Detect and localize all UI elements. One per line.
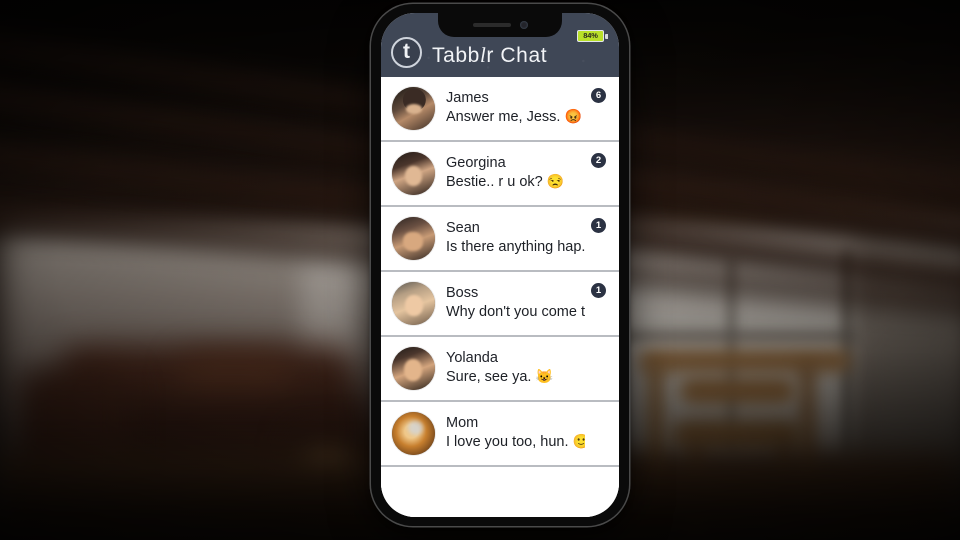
chat-contact-name: Yolanda	[446, 350, 498, 367]
chat-contact-name: Mom	[446, 415, 479, 432]
chat-text: Boss Why don't you come t...	[446, 285, 607, 321]
preview-emoji: 😺	[535, 368, 553, 385]
avatar-image	[392, 412, 435, 455]
phone-notch	[438, 13, 562, 37]
screenshot-stage: t Tabblr Chat 84% James Answer me, Jess.…	[0, 0, 960, 540]
preview-text: Sure, see ya.	[446, 369, 532, 386]
app-title-part1: Tabb	[432, 44, 480, 67]
avatar[interactable]	[392, 282, 435, 325]
chat-message-preview: Bestie.. r u ok? 😒	[446, 173, 585, 191]
chat-contact-name: James	[446, 90, 489, 107]
chat-contact-name: Georgina	[446, 155, 506, 172]
chat-list-item[interactable]: Sean Is there anything hap... 1	[381, 207, 619, 272]
preview-text: Bestie.. r u ok?	[446, 174, 543, 191]
avatar[interactable]	[392, 217, 435, 260]
logo-letter: t	[403, 40, 410, 63]
avatar[interactable]	[392, 87, 435, 130]
chat-list-item-partial[interactable]	[381, 467, 619, 477]
chat-text: Yolanda Sure, see ya. 😺	[446, 350, 607, 386]
avatar[interactable]	[392, 152, 435, 195]
app-title: Tabblr Chat	[432, 43, 547, 68]
chat-contact-name: Boss	[446, 285, 479, 302]
preview-emoji: 😡	[564, 108, 582, 125]
chat-contact-name: Sean	[446, 220, 480, 237]
unread-badge: 6	[591, 88, 606, 103]
chat-list-item[interactable]: Yolanda Sure, see ya. 😺	[381, 337, 619, 402]
preview-emoji: 🙂	[572, 433, 585, 450]
status-bar-battery: 84%	[577, 30, 608, 42]
avatar-image	[392, 87, 435, 130]
phone-device: t Tabblr Chat 84% James Answer me, Jess.…	[371, 4, 629, 526]
chat-text: Georgina Bestie.. r u ok? 😒	[446, 155, 607, 191]
chat-list-item[interactable]: Boss Why don't you come t... 1	[381, 272, 619, 337]
preview-emoji: 😒	[546, 173, 565, 190]
chat-list[interactable]: James Answer me, Jess. 😡 6 Georgina Best…	[381, 77, 619, 517]
app-title-part2: r Chat	[486, 44, 548, 67]
chat-list-item[interactable]: James Answer me, Jess. 😡 6	[381, 77, 619, 142]
avatar-image	[392, 347, 435, 390]
phone-screen: t Tabblr Chat 84% James Answer me, Jess.…	[381, 13, 619, 517]
avatar-image	[392, 217, 435, 260]
preview-text: Why don't you come t...	[446, 304, 585, 321]
chat-text: Sean Is there anything hap...	[446, 220, 607, 256]
preview-text: Answer me, Jess.	[446, 109, 561, 126]
front-camera-icon	[519, 21, 528, 29]
chat-message-preview: Answer me, Jess. 😡	[446, 108, 585, 126]
unread-badge: 1	[591, 283, 606, 298]
avatar[interactable]	[392, 347, 435, 390]
chat-message-preview: Why don't you come t...	[446, 303, 585, 321]
chat-message-preview: Sure, see ya. 😺	[446, 368, 585, 386]
battery-percent-label: 84%	[583, 31, 598, 41]
unread-badge: 1	[591, 218, 606, 233]
avatar[interactable]	[392, 412, 435, 455]
tabblr-logo-icon[interactable]: t	[391, 37, 422, 68]
chat-message-preview: Is there anything hap...	[446, 238, 585, 256]
chat-list-item[interactable]: Mom I love you too, hun. 🙂	[381, 402, 619, 467]
chat-text: James Answer me, Jess. 😡	[446, 90, 607, 126]
avatar-image	[392, 152, 435, 195]
preview-text: I love you too, hun.	[446, 434, 569, 451]
chat-list-item[interactable]: Georgina Bestie.. r u ok? 😒 2	[381, 142, 619, 207]
avatar-image	[392, 282, 435, 325]
chat-list-empty-area	[381, 477, 619, 517]
chat-message-preview: I love you too, hun. 🙂	[446, 433, 585, 451]
preview-text: Is there anything hap...	[446, 239, 585, 256]
speaker-slit-icon	[472, 23, 511, 27]
unread-badge: 2	[591, 153, 606, 168]
battery-terminal-icon	[605, 33, 608, 39]
battery-icon: 84%	[577, 30, 604, 42]
chat-text: Mom I love you too, hun. 🙂	[446, 415, 607, 451]
